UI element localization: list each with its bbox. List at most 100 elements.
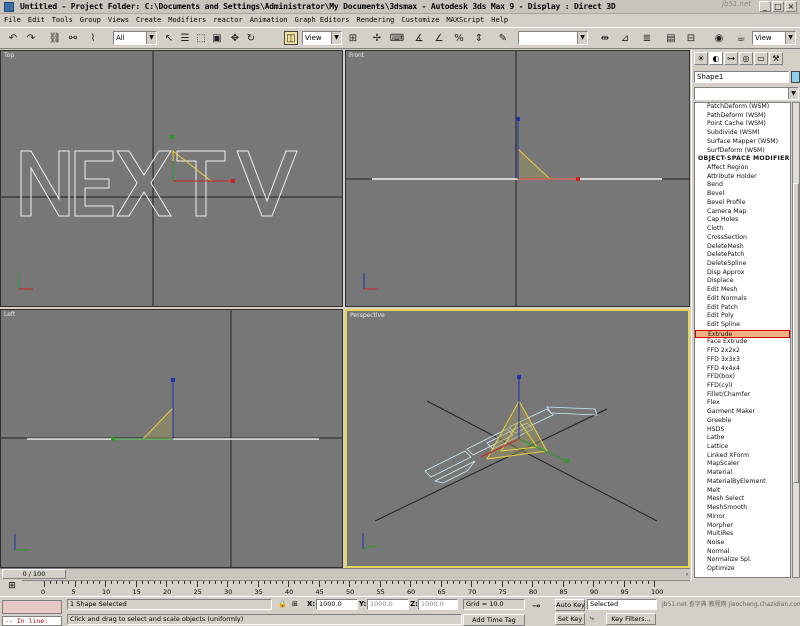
set-key-button[interactable]: Set Key (555, 613, 585, 625)
utilities-tab-icon[interactable]: ⚒ (769, 52, 783, 65)
maxscript-inline[interactable]: -- In line: (2, 616, 62, 626)
menu-edit[interactable]: Edit (28, 16, 45, 24)
modifier-list-item[interactable]: Affect Region (695, 164, 790, 173)
selection-filter-dropdown[interactable]: All ▼ (113, 31, 157, 45)
modifier-list-item[interactable]: Melt (695, 487, 790, 496)
menu-modifiers[interactable]: Modifiers (168, 16, 206, 24)
maxscript-listener-mini[interactable] (2, 600, 62, 614)
time-slider-knob[interactable]: 0 / 100 (2, 569, 66, 579)
modifier-list-item[interactable]: MapScaler (695, 460, 790, 469)
modifier-list-item[interactable]: Extrude (695, 329, 790, 339)
menu-create[interactable]: Create (136, 16, 161, 24)
modifier-list-item[interactable]: Cap Holes (695, 216, 790, 225)
modifier-list-item[interactable]: PatchDeform (WSM) (695, 103, 790, 112)
material-editor-icon[interactable]: ◉ (712, 31, 726, 45)
viewport-top[interactable]: Top (0, 50, 343, 307)
object-name-field[interactable]: Shape1 (694, 71, 789, 83)
modifier-list-item[interactable]: Subdivide (WSM) (695, 129, 790, 138)
select-by-name-icon[interactable]: ☰ (178, 31, 192, 45)
modifier-list-item[interactable]: DeleteMesh (695, 243, 790, 252)
modifier-list-item[interactable]: FFD 2x2x2 (695, 347, 790, 356)
modifier-list-item[interactable]: FFD 3x3x3 (695, 356, 790, 365)
modifier-list-item[interactable]: Lattice (695, 443, 790, 452)
spinner-snap-icon[interactable]: ⇕ (472, 31, 486, 45)
modifier-list-item[interactable]: Lathe (695, 434, 790, 443)
modifier-list-item[interactable]: Cloth (695, 225, 790, 234)
menu-customize[interactable]: Customize (401, 16, 439, 24)
modifier-list-item[interactable]: Normalize Spl. (695, 556, 790, 565)
modifier-list-item[interactable]: Displace (695, 277, 790, 286)
modifier-list-item[interactable]: FFD(box) (695, 373, 790, 382)
keyboard-shortcut-icon[interactable]: ⌨ (390, 31, 404, 45)
menu-maxscript[interactable]: MAXScript (446, 16, 484, 24)
modifier-list-item[interactable]: Edit Spline (695, 321, 790, 330)
modifier-list-item[interactable]: Normal (695, 548, 790, 557)
modifier-list-item[interactable]: Noise (695, 539, 790, 548)
close-button[interactable]: × (785, 1, 797, 12)
menu-help[interactable]: Help (491, 16, 508, 24)
modifier-list-item[interactable]: Linked XForm (695, 452, 790, 461)
menu-group[interactable]: Group (80, 16, 101, 24)
modifier-list-item[interactable]: Optimize (695, 565, 790, 574)
menu-rendering[interactable]: Rendering (356, 16, 394, 24)
modifier-list-item[interactable]: FFD 4x4x4 (695, 365, 790, 374)
absolute-mode-icon[interactable]: ⊞ (292, 600, 298, 609)
select-link-icon[interactable]: ⛓ (48, 31, 62, 45)
select-scale-icon[interactable]: ◫ (284, 31, 298, 45)
modifier-list-item[interactable]: OBJECT-SPACE MODIFIERS (695, 155, 790, 164)
menu-views[interactable]: Views (108, 16, 129, 24)
auto-key-button[interactable]: Auto Key (555, 599, 585, 611)
modifier-list-item[interactable]: Surface Mapper (WSM) (695, 138, 790, 147)
modifier-list-item[interactable]: Disp Approx (695, 269, 790, 278)
modifier-list-item[interactable]: Edit Poly (695, 312, 790, 321)
modifier-list-item[interactable]: Flex (695, 399, 790, 408)
modifier-list-item[interactable]: Bend (695, 181, 790, 190)
modifier-list-item[interactable]: Edit Normals (695, 295, 790, 304)
menu-animation[interactable]: Animation (250, 16, 288, 24)
y-coord-field[interactable]: 1000.0 (367, 599, 409, 610)
modifier-list-dropdown[interactable]: ▼ (694, 87, 799, 100)
track-bar-icon[interactable]: ⊞ (6, 581, 18, 593)
display-tab-icon[interactable]: ▭ (754, 52, 768, 65)
modifier-list-item[interactable]: Edit Mesh (695, 286, 790, 295)
modifier-list-item[interactable]: Bevel (695, 190, 790, 199)
menu-graph-editors[interactable]: Graph Editors (295, 16, 350, 24)
schematic-view-icon[interactable]: ⊟ (684, 31, 698, 45)
chevron-down-icon[interactable]: ▼ (788, 88, 798, 99)
minimize-button[interactable]: _ (759, 1, 771, 12)
modifier-list-item[interactable]: Mirror (695, 513, 790, 522)
modifier-list-item[interactable]: Fillet/Chamfer (695, 391, 790, 400)
select-rotate-icon[interactable]: ↻ (244, 31, 258, 45)
motion-tab-icon[interactable]: ◎ (739, 52, 753, 65)
modifier-list-item[interactable]: Morpher (695, 522, 790, 531)
modifier-list-item[interactable]: PathDeform (WSM) (695, 112, 790, 121)
modifier-list-item[interactable]: Material (695, 469, 790, 478)
maximize-button[interactable]: □ (772, 1, 784, 12)
modifier-list-item[interactable]: Face Extrude (695, 338, 790, 347)
modifier-list[interactable]: PatchDeform (WSM) PathDeform (WSM) Point C… (694, 102, 791, 578)
modifier-list-item[interactable]: Edit Patch (695, 304, 790, 313)
lock-selection-icon[interactable]: 🔒 (278, 600, 287, 609)
bind-space-warp-icon[interactable]: ⌇ (86, 31, 100, 45)
key-mode-toggle-icon[interactable]: ⤷ (590, 614, 594, 623)
select-move-icon[interactable]: ✥ (228, 31, 242, 45)
viewport-perspective[interactable]: Perspective (345, 309, 690, 568)
percent-snap-icon[interactable]: % (452, 31, 466, 45)
render-scene-icon[interactable]: ☕ (734, 31, 748, 45)
modifier-list-item[interactable]: Mesh Select (695, 495, 790, 504)
modifier-list-scrollbar[interactable] (792, 102, 800, 578)
hierarchy-tab-icon[interactable]: ⊶ (724, 52, 738, 65)
track-bar[interactable]: 0 5 10 15 20 25 30 35 40 45 50 55 60 65 70 75 80 85 90 95 10… (22, 580, 690, 596)
create-tab-icon[interactable]: ✳ (694, 52, 708, 65)
add-time-tag-button[interactable]: Add Time Tag (463, 614, 525, 626)
redo-icon[interactable]: ↷ (24, 31, 38, 45)
object-color-swatch[interactable] (791, 71, 800, 83)
edit-named-selection-icon[interactable]: ✎ (496, 31, 510, 45)
mirror-icon[interactable]: ⇹ (598, 31, 612, 45)
key-filters-button[interactable]: Key Filters... (606, 613, 656, 625)
select-object-icon[interactable]: ↖ (162, 31, 176, 45)
rect-selection-icon[interactable]: ⬚ (194, 31, 208, 45)
align-icon[interactable]: ⊿ (618, 31, 632, 45)
pivot-center-icon[interactable]: ⊞ (346, 31, 360, 45)
layer-manager-icon[interactable]: ≣ (640, 31, 654, 45)
